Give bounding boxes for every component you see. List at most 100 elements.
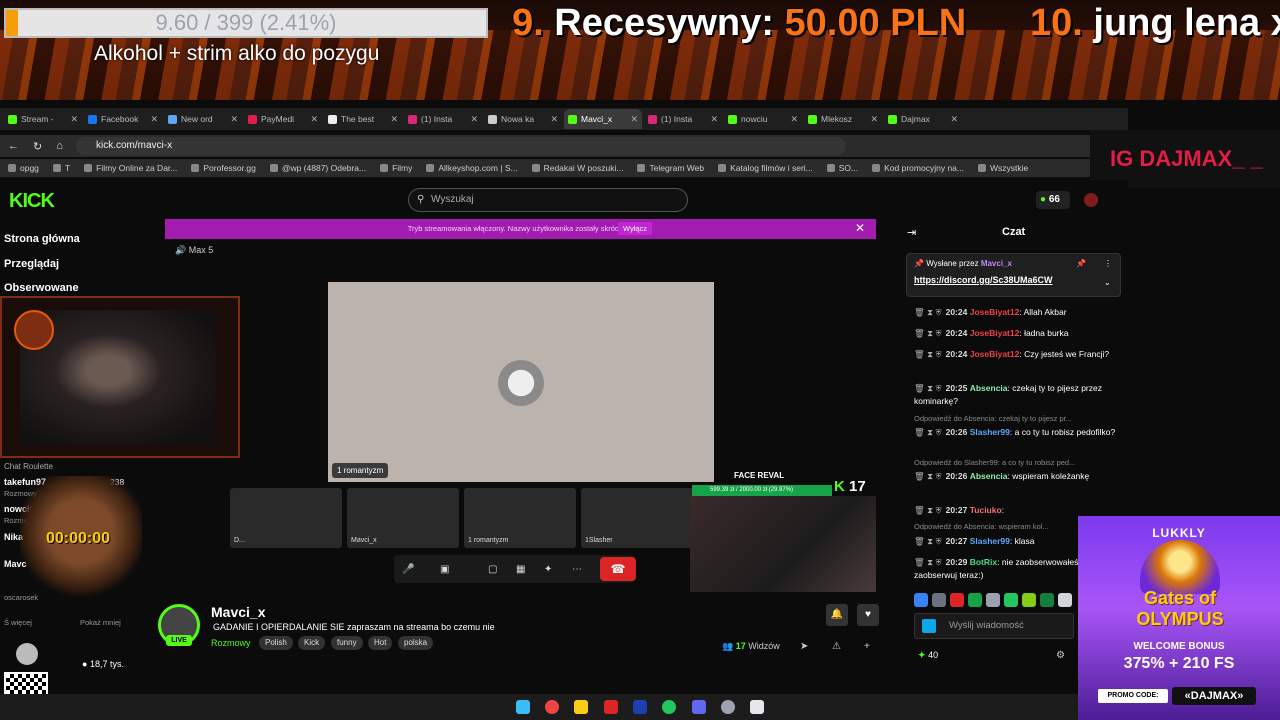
chat-username[interactable]: JoseBiyat12 (970, 328, 1020, 338)
discord-icon[interactable] (692, 700, 706, 714)
browser-tab[interactable]: Stream - ✕ (4, 109, 82, 129)
chat-username[interactable]: BotRix (970, 557, 997, 567)
grid-icon[interactable]: ▦ (516, 564, 525, 575)
add-friend-icon[interactable]: + (864, 641, 870, 652)
nav-home[interactable]: Strona główna (4, 233, 80, 245)
emote-icon[interactable] (932, 593, 946, 607)
mod-actions-icon[interactable]: 🗑 ⧗ ⛨ (914, 471, 942, 481)
close-tab-icon[interactable]: ✕ (230, 114, 238, 125)
chevron-down-icon[interactable]: ⌄ (1104, 278, 1111, 287)
chat-username[interactable]: Slasher99 (970, 536, 1010, 546)
spotify-icon[interactable] (662, 700, 676, 714)
follow-heart-button[interactable]: ♥ (857, 604, 879, 626)
emote-picker-icon[interactable] (922, 619, 936, 633)
close-tab-icon[interactable]: ✕ (950, 114, 958, 125)
home-icon[interactable]: ⌂ (56, 140, 63, 152)
close-tab-icon[interactable]: ✕ (150, 114, 158, 125)
netflix-icon[interactable] (604, 700, 618, 714)
pinned-link[interactable]: https://discord.gg/Sc38UMa6CW (914, 275, 1053, 285)
chat-username[interactable]: Slasher99 (970, 427, 1010, 437)
chat-username[interactable]: Absencia (970, 383, 1008, 393)
chat-username[interactable]: Absencia (970, 471, 1008, 481)
emote-icon[interactable] (914, 593, 928, 607)
browser-tab[interactable]: PayMedi ✕ (244, 109, 322, 129)
chat-username[interactable]: JoseBiyat12 (970, 307, 1020, 317)
tag-hot[interactable]: Hot (368, 636, 393, 650)
gear-icon[interactable]: ⚙ (1056, 650, 1065, 661)
bookmark-item[interactable]: SO... (826, 163, 858, 173)
close-tab-icon[interactable]: ✕ (470, 114, 478, 125)
start-icon[interactable] (516, 700, 530, 714)
browser-tab[interactable]: Mavci_x ✕ (564, 109, 642, 129)
mod-actions-icon[interactable]: 🗑 ⧗ ⛨ (914, 383, 942, 393)
browser-tab[interactable]: Dajmax ✕ (884, 109, 962, 129)
browser-tab[interactable]: Nowa ka ✕ (484, 109, 562, 129)
browser-tab[interactable]: The best ✕ (324, 109, 402, 129)
kick-logo[interactable]: KICK (9, 190, 55, 213)
participant-thumb[interactable]: 1Slasher (581, 488, 693, 548)
mod-actions-icon[interactable]: 🗑 ⧗ ⛨ (914, 328, 942, 338)
share-icon[interactable]: ➤ (800, 641, 808, 652)
mod-actions-icon[interactable]: 🗑 ⧗ ⛨ (914, 557, 942, 567)
more-icon[interactable]: ⋯ (572, 564, 582, 575)
close-tab-icon[interactable]: ✕ (550, 114, 558, 125)
steam-icon[interactable] (633, 700, 647, 714)
bookmark-item[interactable]: Allkeyshop.com | S... (426, 163, 518, 173)
tag-polish[interactable]: Polish (259, 636, 293, 650)
browser-tab[interactable]: Mlekosz ✕ (804, 109, 882, 129)
emote-icon[interactable] (968, 593, 982, 607)
bookmark-item[interactable]: opgg (8, 163, 39, 173)
chat-username[interactable]: Tuciuko (970, 505, 1002, 515)
show-less-link[interactable]: Pokaż mniej (80, 618, 121, 627)
bookmark-item[interactable]: @wp (4887) Odebra... (269, 163, 366, 173)
emote-icon[interactable] (1004, 593, 1018, 607)
close-tab-icon[interactable]: ✕ (710, 114, 718, 125)
chat-username[interactable]: JoseBiyat12 (970, 349, 1020, 359)
nav-browse[interactable]: Przeglądaj (4, 258, 59, 270)
close-tab-icon[interactable]: ✕ (390, 114, 398, 125)
user-avatar[interactable] (1084, 193, 1098, 207)
close-icon[interactable]: ✕ (855, 221, 865, 235)
participant-thumb[interactable]: Mavci_x (347, 488, 459, 548)
close-tab-icon[interactable]: ✕ (790, 114, 798, 125)
report-icon[interactable]: ⚠ (832, 641, 841, 652)
channel-points[interactable]: ✦ 40 (918, 650, 938, 661)
chrome-icon[interactable] (545, 700, 559, 714)
bookmark-item[interactable]: Porofessor.gg (191, 163, 256, 173)
address-bar[interactable]: kick.com/mavci-x (76, 137, 846, 155)
coins-badge[interactable]: ● 66 (1036, 191, 1070, 209)
tag-kick[interactable]: Kick (298, 636, 326, 650)
browser-tab[interactable]: (1) Insta ✕ (404, 109, 482, 129)
emote-icon[interactable] (1022, 593, 1036, 607)
browser-tab[interactable]: New ord ✕ (164, 109, 242, 129)
bookmark-item[interactable]: Filmy Online za Dar... (84, 163, 177, 173)
close-tab-icon[interactable]: ✕ (310, 114, 318, 125)
participant-thumb[interactable]: D... (230, 488, 342, 548)
browser-tab[interactable]: (1) Insta ✕ (644, 109, 722, 129)
camera-off-icon[interactable]: ▣ (440, 564, 449, 575)
notification-bell-button[interactable]: 🔔 (826, 604, 848, 626)
stream-category[interactable]: Rozmowy (211, 638, 251, 648)
close-tab-icon[interactable]: ✕ (70, 114, 78, 125)
bookmark-item[interactable]: T (52, 163, 70, 173)
chat-input[interactable]: Wyślij wiadomość (914, 613, 1074, 639)
mod-actions-icon[interactable]: 🗑 ⧗ ⛨ (914, 505, 942, 515)
mic-icon[interactable]: 🎤 (402, 564, 414, 575)
app-icon[interactable] (721, 700, 735, 714)
screen-share-icon[interactable]: ▢ (488, 564, 497, 575)
browser-tab[interactable]: Facebook ✕ (84, 109, 162, 129)
search-input[interactable]: ⚲ Wyszukaj (408, 188, 688, 212)
streamer-name[interactable]: Mavci_x (211, 604, 265, 620)
browser-tab[interactable]: nowciu ✕ (724, 109, 802, 129)
mod-actions-icon[interactable]: 🗑 ⧗ ⛨ (914, 349, 942, 359)
pin-icon[interactable]: 📌 (1076, 259, 1086, 268)
pinned-user[interactable]: Mavci_x (981, 259, 1012, 268)
collapse-chat-icon[interactable]: ⇥ (907, 226, 916, 239)
close-tab-icon[interactable]: ✕ (630, 114, 638, 125)
emote-icon[interactable] (950, 593, 964, 607)
bookmark-item[interactable]: Kod promocyjny na... (872, 163, 964, 173)
emote-icon[interactable] (1040, 593, 1054, 607)
close-tab-icon[interactable]: ✕ (870, 114, 878, 125)
participant-thumb[interactable]: 1 romantyzm (464, 488, 576, 548)
effects-icon[interactable]: ✦ (544, 564, 552, 575)
